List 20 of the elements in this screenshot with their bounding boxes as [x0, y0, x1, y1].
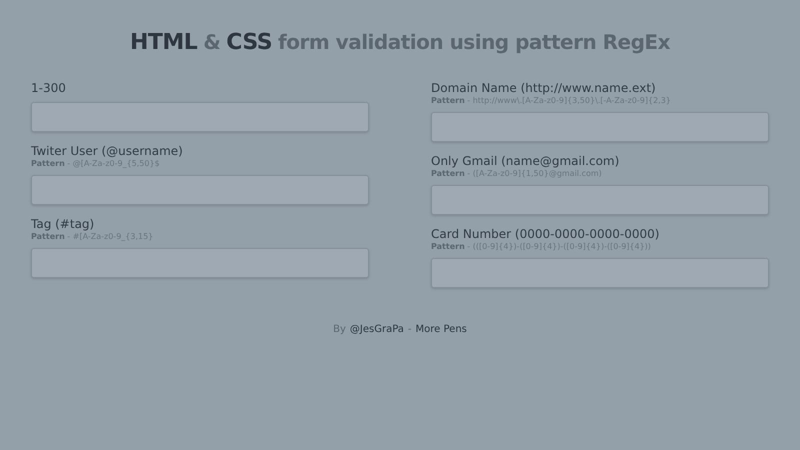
footer-link[interactable]: More Pens — [416, 324, 467, 335]
input-field[interactable] — [31, 175, 369, 205]
title-text: form validation using pattern RegEx — [278, 30, 670, 54]
field-label: Only Gmail (name@gmail.com) — [431, 154, 620, 169]
input-field[interactable] — [31, 248, 369, 278]
input-field[interactable] — [431, 258, 769, 288]
title-text: & — [203, 30, 220, 54]
footer-link[interactable]: @JesGraPa — [350, 324, 404, 335]
input-field[interactable] — [31, 102, 369, 132]
title-text: CSS — [226, 30, 272, 55]
field-label: Domain Name (http://www.name.ext) — [431, 81, 657, 96]
footer-text: - — [408, 324, 412, 335]
field-label: Twiter User (@username) — [31, 144, 184, 159]
footer-text: By — [333, 324, 346, 335]
field-label: Card Number (0000-0000-0000-0000) — [431, 227, 660, 242]
input-field[interactable] — [431, 185, 769, 215]
input-field[interactable] — [431, 112, 769, 142]
field-label: Tag (#tag) — [31, 217, 96, 232]
field-label: 1-300 — [31, 81, 67, 96]
title-text: HTML — [130, 30, 198, 55]
